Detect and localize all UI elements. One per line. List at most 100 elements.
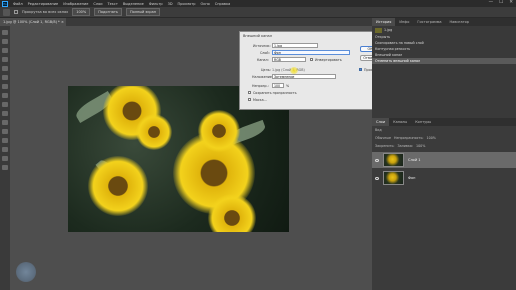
stamp-tool-icon[interactable] — [2, 102, 8, 107]
channel-select[interactable]: RGB — [272, 57, 306, 62]
source-label: Источник: — [253, 44, 271, 48]
flower — [88, 156, 148, 216]
opacity-label: Непрозр.: — [252, 84, 269, 88]
fill-label: Заливка: — [397, 144, 413, 148]
document-tab-close-icon[interactable]: × — [61, 20, 64, 24]
tab-navigator[interactable]: Навигатор — [446, 18, 474, 26]
type-tool-icon[interactable] — [2, 165, 8, 170]
tab-channels[interactable]: Каналы — [389, 118, 411, 126]
minimize-icon[interactable]: — — [489, 0, 494, 5]
healing-tool-icon[interactable] — [2, 84, 8, 89]
invert-label: Инвертировать — [315, 58, 342, 62]
document-tab[interactable]: 1.jpg @ 100% (Слой 1, RGB/8) * × — [0, 18, 66, 26]
tab-info[interactable]: Инфо — [395, 18, 413, 26]
eraser-tool-icon[interactable] — [2, 120, 8, 125]
menu-image[interactable]: Изображение — [63, 2, 88, 6]
history-panel-tabs: История Инфо Гистограмма Навигатор — [372, 18, 516, 26]
menu-select[interactable]: Выделение — [123, 2, 144, 6]
maximize-icon[interactable]: ☐ — [499, 0, 503, 5]
channel-label: Канал: — [257, 58, 269, 62]
right-panel-dock: История Инфо Гистограмма Навигатор 1.jpg… — [372, 18, 516, 290]
pen-tool-icon[interactable] — [2, 156, 8, 161]
layer-row-layer1[interactable]: Слой 1 — [372, 152, 516, 168]
layer-select[interactable]: Фон — [272, 50, 350, 55]
flower — [208, 194, 256, 232]
blending-select[interactable]: Затемнение — [272, 74, 336, 79]
blending-label: Наложение: — [252, 75, 274, 79]
menu-filter[interactable]: Фильтр — [149, 2, 163, 6]
kind-filter-select[interactable]: Вид — [375, 128, 382, 132]
blend-opacity-row: Обычные Непрозрачность: 100% — [372, 134, 436, 142]
scroll-all-windows-label: Прокрутка во всех окнах — [22, 10, 69, 14]
menu-type[interactable]: Текст — [108, 2, 118, 6]
flower — [136, 114, 172, 150]
photoshop-logo: Ps — [2, 0, 8, 7]
marquee-tool-icon[interactable] — [2, 39, 8, 44]
hand-tool-icon[interactable] — [3, 8, 10, 16]
layers-panel: Слои Каналы Контуры Вид Обычные Непрозра… — [372, 118, 516, 290]
menu-layers[interactable]: Слои — [93, 2, 102, 6]
lasso-tool-icon[interactable] — [2, 48, 8, 53]
zoom-100-button[interactable]: 100% — [72, 8, 91, 16]
eyedropper-tool-icon[interactable] — [2, 75, 8, 80]
layers-panel-tabs: Слои Каналы Контуры — [372, 118, 516, 126]
menu-view[interactable]: Просмотр — [178, 2, 196, 6]
preserve-transparency-checkbox[interactable] — [248, 91, 251, 94]
layer-filter-row: Вид — [372, 126, 382, 134]
tab-history[interactable]: История — [372, 18, 396, 26]
menu-window[interactable]: Окно — [200, 2, 209, 6]
menu-3d[interactable]: 3D — [168, 2, 173, 6]
tools-panel — [0, 26, 10, 290]
preview-checkbox[interactable] — [359, 68, 362, 71]
eye-icon[interactable] — [375, 176, 379, 180]
target-label: Цель: — [261, 68, 271, 72]
close-icon[interactable]: ✕ — [509, 0, 513, 5]
layer-thumbnail — [383, 153, 404, 167]
document-tab-title: 1.jpg @ 100% (Слой 1, RGB/8) * — [3, 20, 60, 24]
gradient-tool-icon[interactable] — [2, 129, 8, 134]
scroll-all-windows-checkbox[interactable] — [14, 10, 18, 14]
menu-file[interactable]: Файл — [13, 2, 23, 6]
move-tool-icon[interactable] — [2, 30, 8, 35]
tab-histogram[interactable]: Гистограмма — [413, 18, 445, 26]
brush-tool-icon[interactable] — [2, 93, 8, 98]
tab-paths[interactable]: Контуры — [411, 118, 435, 126]
dodge-tool-icon[interactable] — [2, 147, 8, 152]
window-controls: — ☐ ✕ — [489, 0, 513, 5]
blend-mode-select[interactable]: Обычные — [375, 136, 391, 140]
source-select[interactable]: 1.jpg — [272, 43, 318, 48]
mask-label: Маска... — [253, 98, 267, 102]
layer-opacity-label: Непрозрачность: — [393, 136, 424, 140]
snapshot-thumbnail — [375, 27, 382, 33]
document-tab-bar: 1.jpg @ 100% (Слой 1, RGB/8) * × — [0, 18, 372, 26]
history-snapshot[interactable]: 1.jpg — [372, 26, 516, 34]
blur-tool-icon[interactable] — [2, 138, 8, 143]
flower — [198, 110, 240, 152]
dialog-title: Внешний канал — [243, 33, 272, 38]
opacity-input[interactable]: 100 — [272, 83, 284, 88]
preserve-transparency-label: Сохранить прозрачность — [253, 91, 297, 95]
tab-layers[interactable]: Слои — [372, 118, 390, 126]
menu-help[interactable]: Справка — [215, 2, 230, 6]
quick-select-tool-icon[interactable] — [2, 57, 8, 62]
layer-name: Фон — [408, 176, 416, 180]
menu-edit[interactable]: Редактирование — [28, 2, 59, 6]
layer-label: Слой: — [260, 51, 270, 55]
layer-row-background[interactable]: Фон — [372, 170, 516, 186]
fit-screen-button[interactable]: Подогнать — [94, 8, 122, 16]
opacity-unit: % — [286, 84, 290, 88]
history-brush-tool-icon[interactable] — [2, 111, 8, 116]
options-bar: Прокрутка во всех окнах 100% Подогнать П… — [0, 7, 516, 18]
lock-fill-row: Закрепить: Заливка: 100% — [372, 142, 425, 150]
layer-name: Слой 1 — [408, 158, 421, 162]
history-item-selected[interactable]: Отменить внешний канал — [372, 58, 516, 64]
snapshot-name: 1.jpg — [384, 28, 393, 32]
fill-value[interactable]: 100% — [416, 144, 425, 148]
layer-opacity-value[interactable]: 100% — [427, 136, 436, 140]
invert-checkbox[interactable] — [310, 58, 313, 61]
fill-screen-button[interactable]: Полный экран — [125, 8, 161, 16]
target-value: 1.jpg (Слой 1, RGB) — [272, 68, 305, 72]
eye-icon[interactable] — [375, 158, 379, 162]
crop-tool-icon[interactable] — [2, 66, 8, 71]
mask-checkbox[interactable] — [248, 98, 251, 101]
